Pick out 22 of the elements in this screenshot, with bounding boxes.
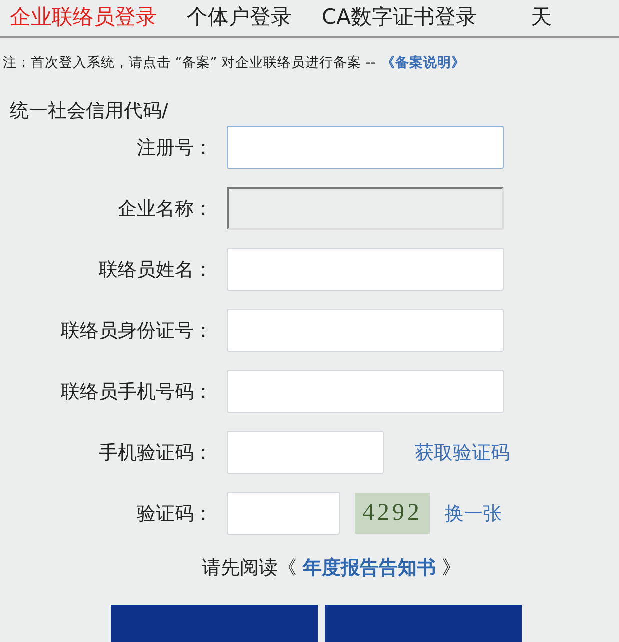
field-label: 手机验证码： (98, 440, 214, 466)
action-button[interactable] (111, 605, 318, 642)
field-label: 统一社会信用代码/ (10, 99, 168, 124)
filing-guide-link[interactable]: 《备案说明》 (382, 54, 466, 72)
field-label: 验证码： (136, 502, 214, 526)
tab[interactable]: 天 (531, 4, 552, 30)
field-label: 联络员手机号码： (60, 380, 214, 404)
input-field[interactable] (227, 126, 504, 169)
get-code-link[interactable]: 获取验证码 (415, 440, 510, 466)
tab[interactable]: 个体户登录 (187, 4, 292, 30)
captcha-image: 4292 (355, 493, 430, 534)
field-label: 注册号： (136, 136, 214, 160)
tab[interactable]: CA数字证书登录 (322, 4, 478, 30)
notice-text: 注：首次登入系统，请点击 “备案” 对企业联络员进行备案 -- (3, 54, 376, 72)
tab[interactable]: 企业联络员登录 (10, 4, 157, 30)
read-notice-text: 请先阅读《 年度报告告知书 》 (200, 556, 462, 581)
action-button[interactable] (325, 605, 522, 642)
field-label: 联络员身份证号： (60, 318, 214, 344)
refresh-captcha-link[interactable]: 换一张 (445, 500, 502, 526)
annual-report-notice-link[interactable]: 年度报告告知书 (303, 557, 436, 579)
field-label: 联络员姓名： (98, 258, 214, 282)
field-label: 企业名称： (117, 196, 214, 222)
